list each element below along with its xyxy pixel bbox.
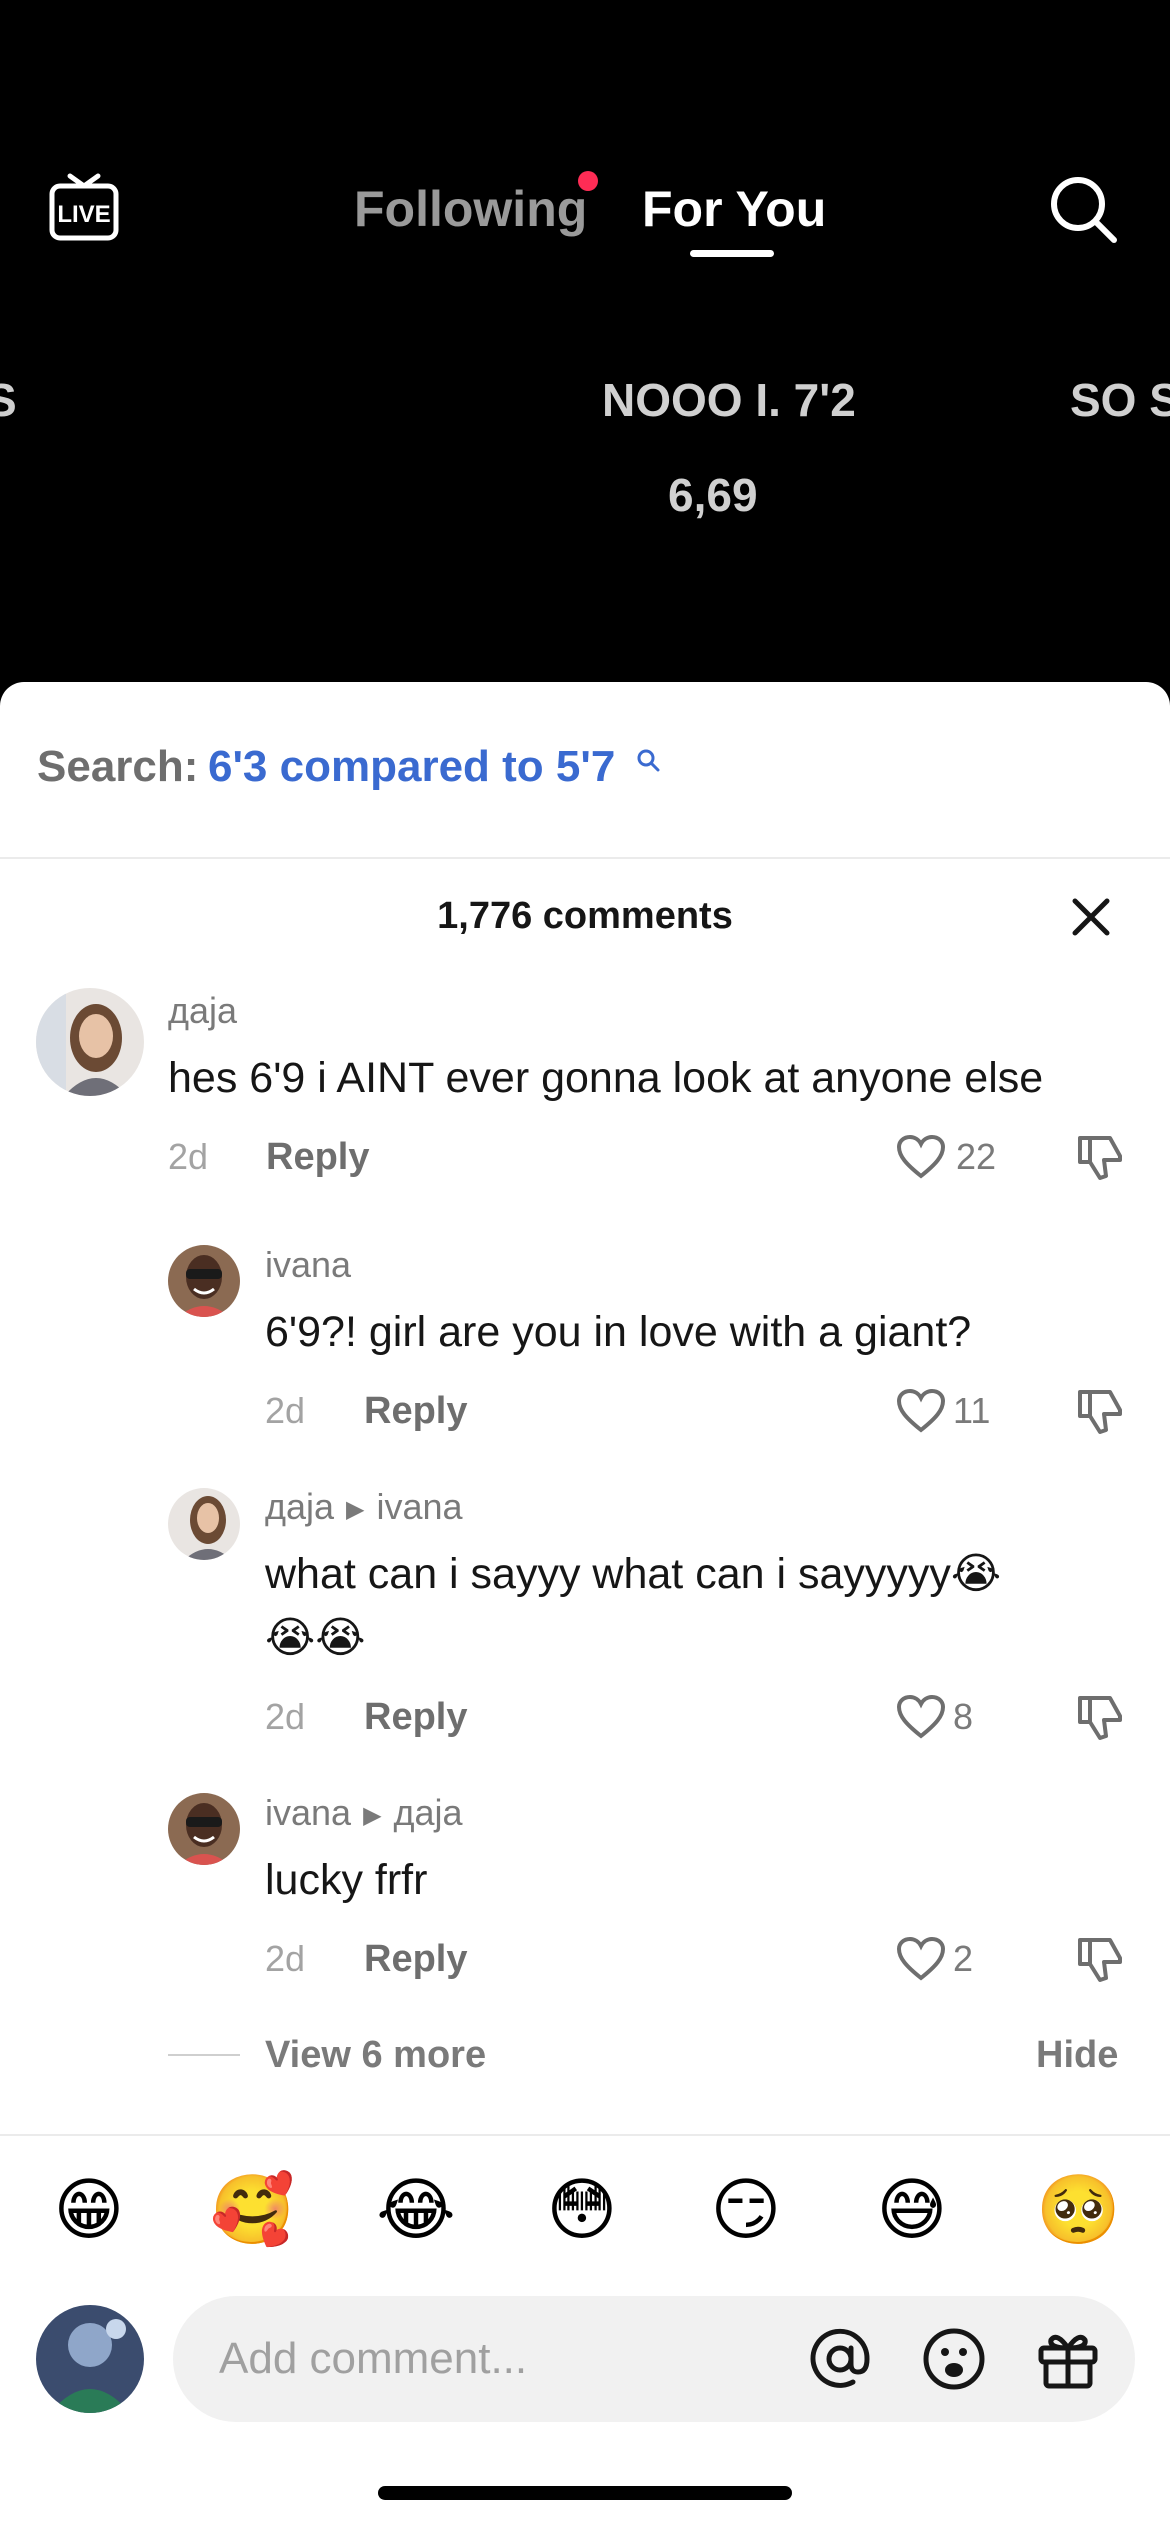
close-icon[interactable]: [1070, 896, 1112, 938]
emoji-smirk[interactable]: 😏: [704, 2169, 788, 2253]
like-count: 11: [953, 1390, 991, 1431]
live-label: LIVE: [57, 201, 110, 228]
view-more-replies-button[interactable]: View 6 more: [265, 2034, 486, 2077]
comment-text: hes 6'9 i AINT ever gonna look at anyone…: [168, 1054, 1044, 1102]
comment-time: 2d: [265, 1390, 306, 1431]
avatar[interactable]: [168, 1488, 240, 1560]
comment-text: what can i sayyy what can i sayyyyy😭 😭😭: [265, 1550, 1002, 1662]
comment-text: lucky frfr: [265, 1856, 428, 1904]
dislike-icon[interactable]: [1076, 1692, 1124, 1742]
tab-following[interactable]: Following: [354, 180, 587, 238]
live-icon[interactable]: LIVE: [48, 172, 120, 242]
reply-arrow-icon: ▶: [346, 1495, 365, 1523]
heart-icon[interactable]: [896, 1936, 946, 1982]
like-count: 8: [953, 1696, 974, 1737]
view-more-divider: [168, 2054, 240, 2056]
following-notification-dot: [578, 171, 598, 191]
reply-button[interactable]: Reply: [364, 1938, 467, 1981]
dislike-icon[interactable]: [1076, 1132, 1124, 1182]
video-caption-sub: 6,69: [668, 469, 758, 521]
video-caption-right: SO S: [1070, 374, 1170, 426]
like-count: 2: [953, 1938, 974, 1979]
comment-username[interactable]: ivana: [265, 1244, 351, 1286]
video-caption-left: S: [0, 374, 17, 426]
active-tab-indicator: [690, 250, 774, 257]
comment-username[interactable]: даја ▶ ivana: [265, 1486, 463, 1528]
dislike-icon[interactable]: [1076, 1934, 1124, 1984]
comments-count: 1,776 comments: [437, 895, 733, 937]
home-indicator[interactable]: [378, 2486, 792, 2500]
emoji-icon[interactable]: [921, 2326, 987, 2392]
search-icon[interactable]: [1046, 172, 1120, 246]
emoji-sweat-smile[interactable]: 😅: [870, 2169, 954, 2253]
heart-icon[interactable]: [896, 1388, 946, 1434]
hide-replies-button[interactable]: Hide: [1036, 2034, 1118, 2077]
search-suggestion[interactable]: Search: 6'3 compared to 5'7: [0, 682, 1170, 859]
comment-input-bar[interactable]: [173, 2296, 1135, 2422]
comment-input[interactable]: [219, 2326, 759, 2392]
reply-button[interactable]: Reply: [364, 1390, 467, 1433]
reply-button[interactable]: Reply: [266, 1136, 369, 1179]
comment-username[interactable]: ivana ▶ даја: [265, 1792, 463, 1834]
avatar[interactable]: [36, 988, 144, 1096]
like-count: 22: [956, 1136, 997, 1177]
my-avatar[interactable]: [36, 2305, 144, 2413]
comments-sheet: Search: 6'3 compared to 5'7 1,776 commen…: [0, 682, 1170, 2532]
at-icon[interactable]: [807, 2326, 873, 2392]
emoji-tears-of-joy[interactable]: 😂: [374, 2169, 458, 2253]
emoji-smiling-hearts[interactable]: 🥰: [210, 2169, 295, 2253]
comment-time: 2d: [168, 1136, 209, 1177]
comment-username[interactable]: даја: [168, 990, 237, 1032]
avatar[interactable]: [168, 1793, 240, 1865]
gift-icon[interactable]: [1035, 2326, 1101, 2392]
avatar[interactable]: [168, 1245, 240, 1317]
emoji-pleading[interactable]: 🥺: [1036, 2169, 1121, 2253]
heart-icon[interactable]: [896, 1694, 946, 1740]
search-mini-icon: [637, 749, 660, 772]
comment-time: 2d: [265, 1696, 306, 1737]
comment-time: 2d: [265, 1938, 306, 1979]
video-caption: NOOO I. 7'2: [602, 374, 856, 426]
heart-icon[interactable]: [896, 1134, 946, 1180]
reply-button[interactable]: Reply: [364, 1696, 467, 1739]
comment-text: 6'9?! girl are you in love with a giant?: [265, 1308, 972, 1356]
video-area: LIVE Following For You S NOOO I. 7'2 6,6…: [0, 0, 1170, 690]
divider: [0, 2134, 1170, 2136]
reply-arrow-icon: ▶: [363, 1801, 382, 1829]
emoji-grin[interactable]: 😁: [47, 2169, 131, 2253]
tab-for-you[interactable]: For You: [642, 180, 826, 238]
search-prefix: Search:: [37, 742, 199, 791]
emoji-flushed[interactable]: 😳: [540, 2169, 624, 2253]
search-term-link[interactable]: 6'3 compared to 5'7: [208, 742, 615, 792]
dislike-icon[interactable]: [1076, 1386, 1124, 1436]
